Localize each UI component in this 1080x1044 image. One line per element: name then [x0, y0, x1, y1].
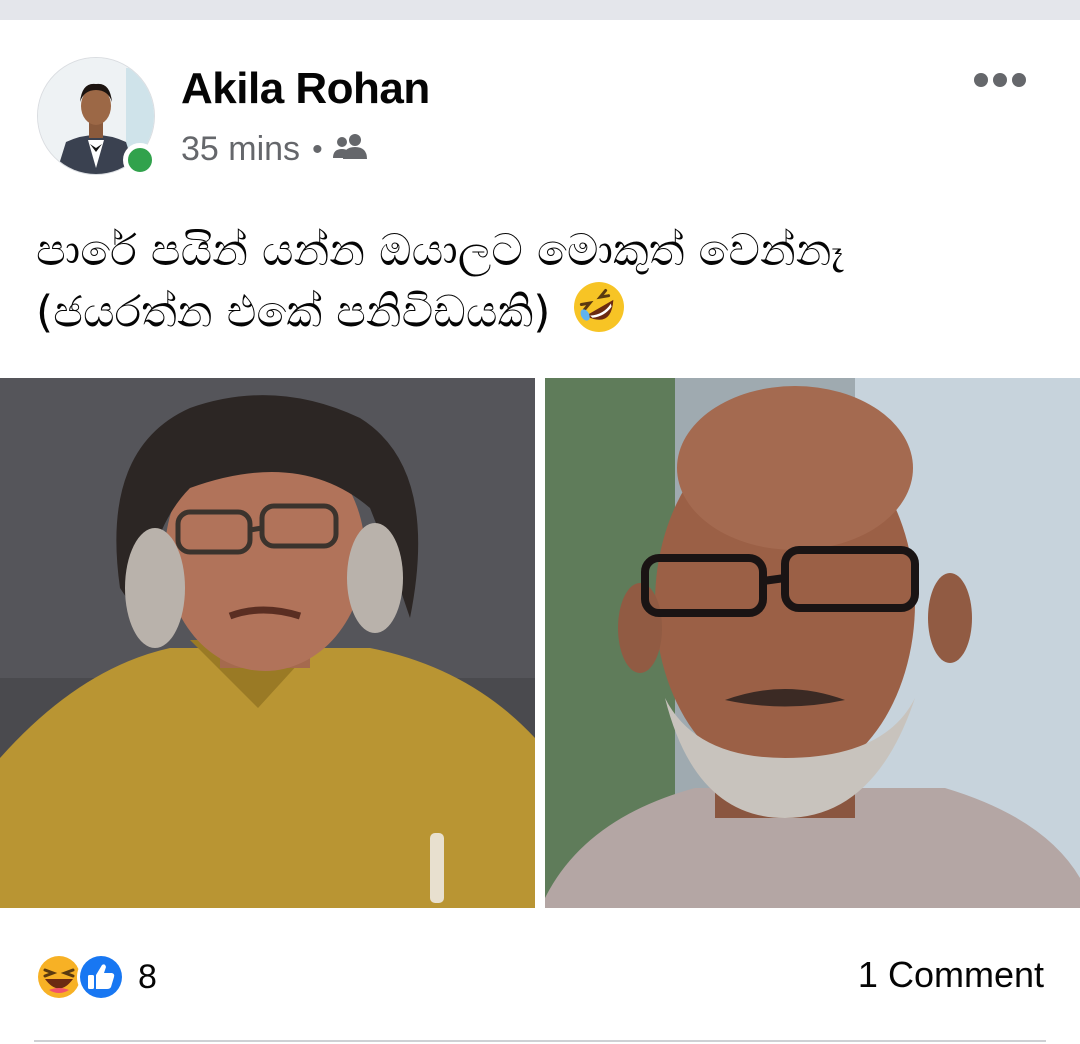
post-header: Akila Rohan 35 mins •	[0, 20, 1080, 190]
post-text-line-1: පාරේ පයින් යන්න ඔයාලට මොකුත් වෙන්නෑ	[36, 225, 844, 276]
author-avatar[interactable]	[37, 57, 157, 177]
friends-icon[interactable]	[332, 130, 369, 169]
post-time[interactable]: 35 mins	[181, 130, 300, 169]
rolling-on-floor-laughing-icon	[572, 280, 626, 349]
author-name[interactable]: Akila Rohan	[181, 64, 430, 114]
post-footer: 8 1 Comment	[0, 930, 1080, 1020]
post-photo-right[interactable]	[545, 378, 1080, 908]
footer-divider	[34, 1040, 1046, 1042]
post-text-line-2-wrap: (ජයරත්න එකේ පනිවිඩයකි)	[36, 280, 1046, 349]
comment-count-link[interactable]: 1 Comment	[858, 954, 1044, 996]
top-separator-strip	[0, 0, 1080, 20]
like-icon	[76, 952, 126, 1002]
post-text: පාරේ පයින් යන්න ඔයාලට මොකුත් වෙන්නෑ (ජයර…	[36, 222, 1046, 349]
post-meta: 35 mins •	[181, 130, 369, 169]
post-photo-left[interactable]	[0, 378, 535, 908]
more-options-icon[interactable]	[968, 68, 1032, 92]
reaction-count: 8	[138, 957, 157, 996]
reaction-summary[interactable]: 8	[34, 952, 157, 1002]
online-status-dot	[123, 143, 157, 177]
post-text-line-2: (ජයරත්න එකේ පනිවිඩයකි)	[36, 286, 551, 338]
meta-separator: •	[312, 132, 323, 166]
